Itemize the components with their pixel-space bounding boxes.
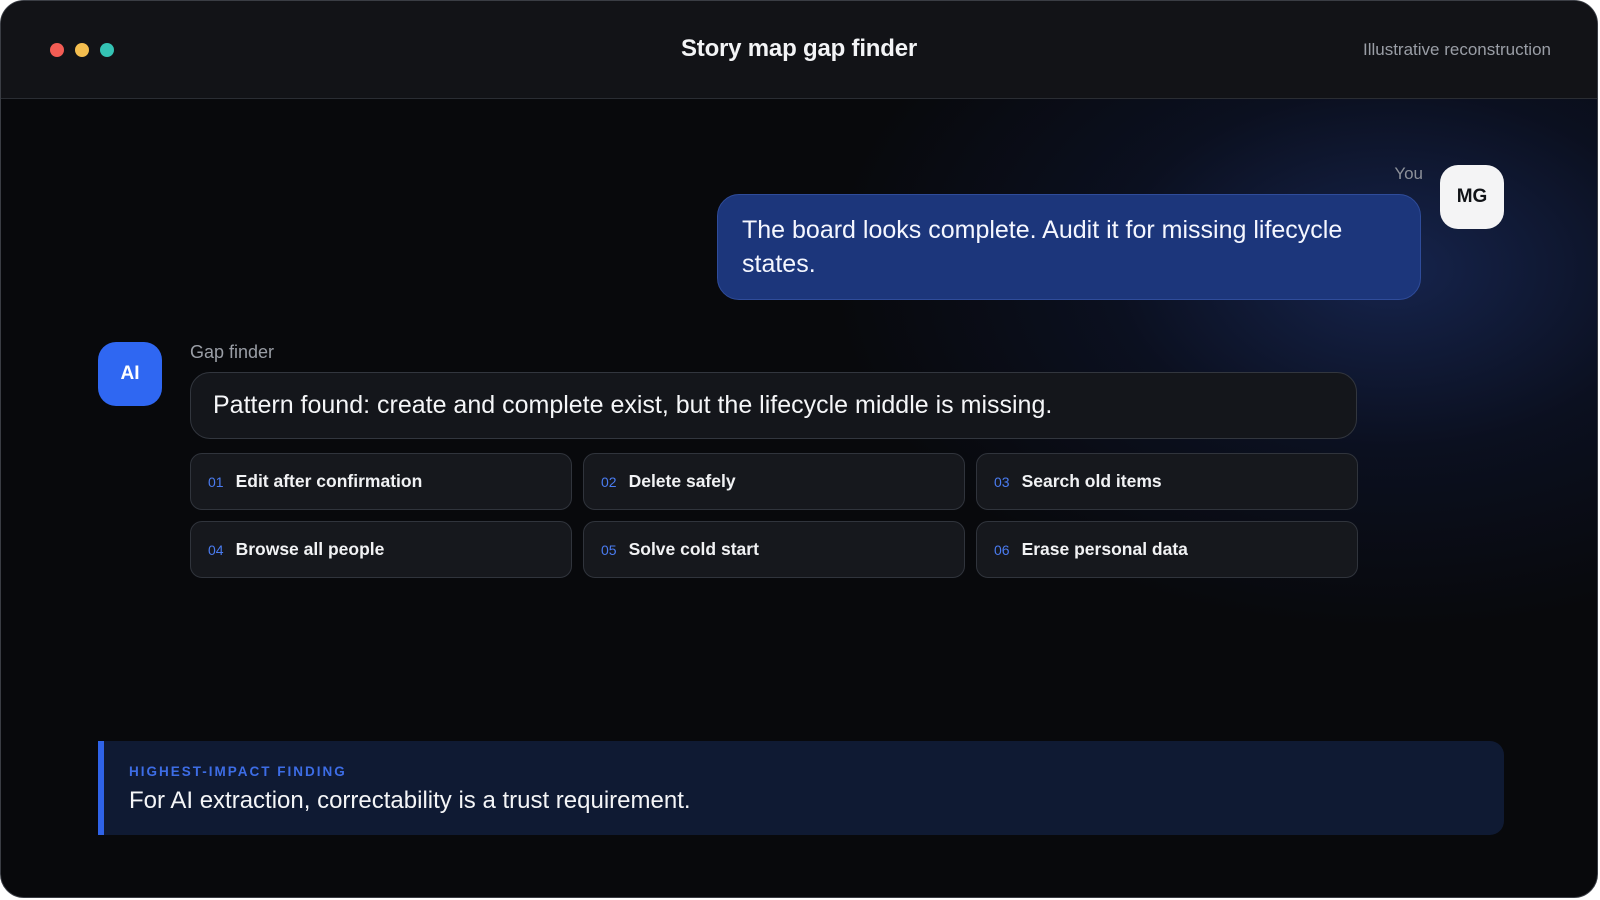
gap-chip[interactable]: 04 Browse all people [190, 521, 572, 578]
finding-label: HIGHEST-IMPACT FINDING [129, 764, 347, 779]
gap-label: Edit after confirmation [235, 471, 423, 491]
gap-label: Erase personal data [1021, 539, 1188, 559]
gap-label: Browse all people [235, 539, 385, 559]
gap-chip[interactable]: 03 Search old items [976, 453, 1358, 510]
header-note: Illustrative reconstruction [1362, 40, 1551, 59]
gap-label: Solve cold start [628, 539, 759, 559]
gap-number: 02 [601, 473, 617, 490]
gap-label: Search old items [1021, 471, 1162, 491]
ai-avatar: AI [98, 342, 162, 406]
finding-text: For AI extraction, correctability is a t… [129, 787, 691, 814]
highest-impact-finding-callout: HIGHEST-IMPACT FINDING For AI extraction… [98, 741, 1504, 835]
window-title: Story map gap finder [680, 35, 918, 62]
user-sender-label: You [1394, 164, 1423, 183]
gap-chip[interactable]: 05 Solve cold start [583, 521, 965, 578]
title-bar: Story map gap finder Illustrative recons… [1, 1, 1597, 99]
ai-message-bubble: Pattern found: create and complete exist… [190, 372, 1357, 439]
gap-chip[interactable]: 06 Erase personal data [976, 521, 1358, 578]
gap-label: Delete safely [628, 471, 736, 491]
ai-sender-label: Gap finder [190, 342, 275, 362]
app-window: Story map gap finder Illustrative recons… [0, 0, 1598, 898]
gap-number: 04 [208, 541, 224, 558]
gap-chip[interactable]: 02 Delete safely [583, 453, 965, 510]
ai-message-text: Pattern found: create and complete exist… [213, 391, 1053, 419]
user-message-bubble: The board looks complete. Audit it for m… [717, 194, 1421, 300]
gap-number: 03 [994, 473, 1010, 490]
user-avatar: MG [1440, 165, 1504, 229]
gap-number: 01 [208, 473, 224, 490]
gap-number: 05 [601, 541, 617, 558]
gap-number: 06 [994, 541, 1010, 558]
gap-chip[interactable]: 01 Edit after confirmation [190, 453, 572, 510]
